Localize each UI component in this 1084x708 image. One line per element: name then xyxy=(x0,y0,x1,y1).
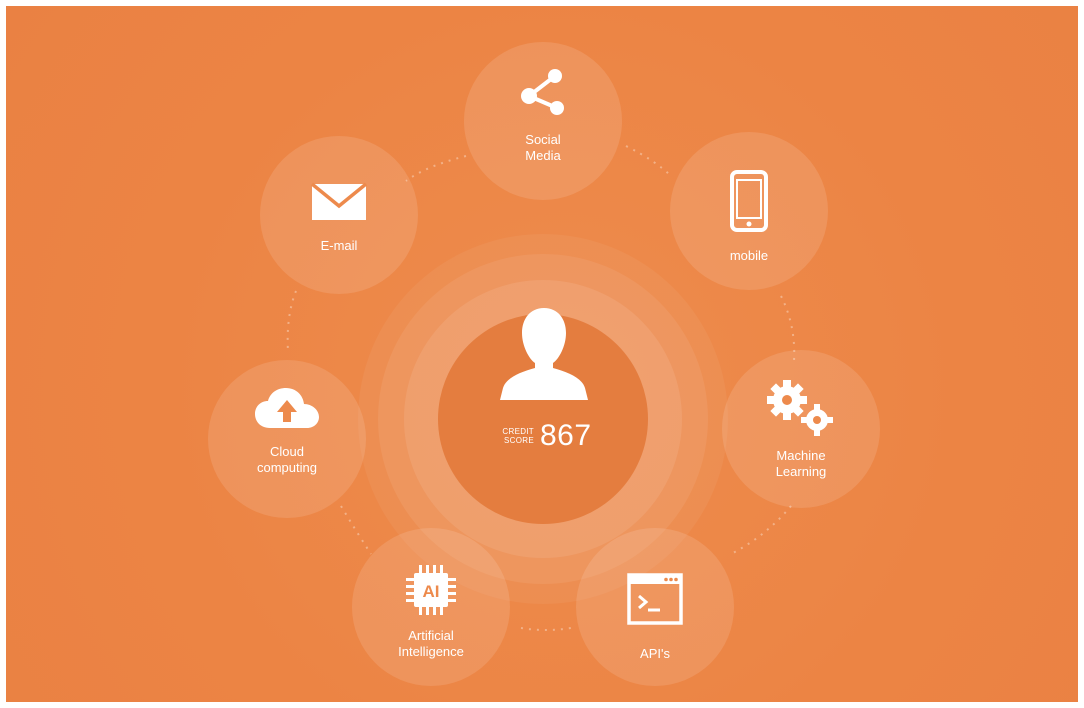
credit-score-value: 867 xyxy=(540,419,592,452)
svg-text:AI: AI xyxy=(423,582,440,601)
node-label-mobile: mobile xyxy=(729,248,769,263)
diagram-canvas: CREDIT SCORE 867 Social Media mobile Mac… xyxy=(6,6,1078,702)
ai-chip-icon: AI xyxy=(406,565,456,615)
envelope-icon xyxy=(310,182,368,220)
node-machine-learning: Machine Learning xyxy=(722,350,880,508)
terminal-window-icon xyxy=(627,573,683,625)
node-apis: API's xyxy=(576,528,734,686)
node-label-apis: API's xyxy=(640,646,670,661)
cloud-upload-icon xyxy=(255,388,319,428)
credit-score: CREDIT SCORE 867 xyxy=(492,416,602,456)
node-artificial-intelligence: AI Artificial Intelligence xyxy=(352,528,510,686)
node-label-email: E-mail xyxy=(320,238,358,253)
node-cloud-computing: Cloud computing xyxy=(208,360,366,518)
share-icon xyxy=(521,69,564,115)
node-email: E-mail xyxy=(260,136,418,294)
node-social-media: Social Media xyxy=(464,42,622,200)
node-label-social-media: Social Media xyxy=(525,132,561,163)
smartphone-icon xyxy=(730,170,768,232)
node-mobile: mobile xyxy=(670,132,828,290)
node-label-cloud-computing: Cloud computing xyxy=(257,444,317,475)
credit-score-label: CREDIT SCORE xyxy=(502,427,534,445)
user-icon xyxy=(500,308,588,400)
node-label-machine-learning: Machine Learning xyxy=(775,448,827,479)
gears-icon xyxy=(767,380,833,436)
node-label-artificial-intelligence: Artificial Intelligence xyxy=(398,628,464,659)
